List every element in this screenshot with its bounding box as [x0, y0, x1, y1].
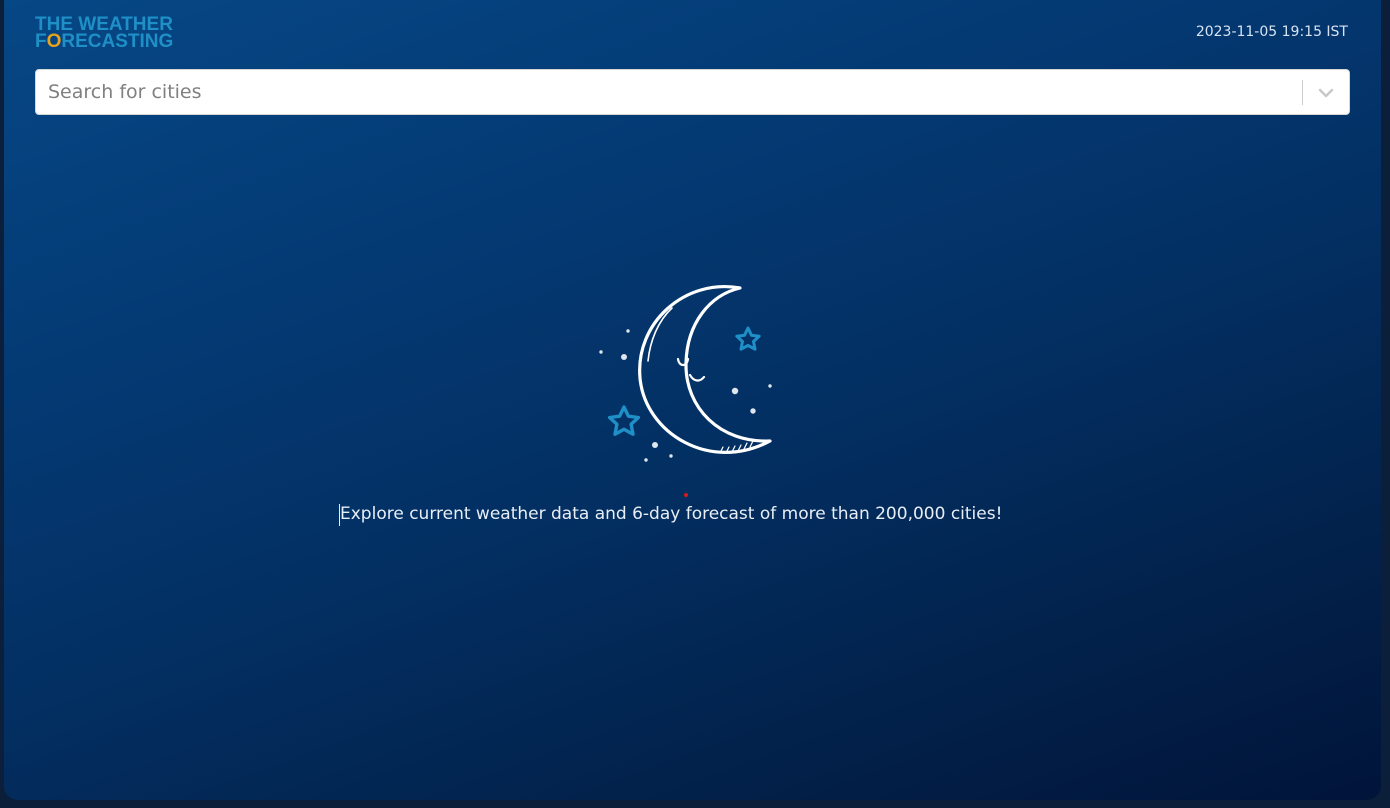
city-search-select[interactable]	[35, 69, 1350, 115]
welcome-tagline: Explore current weather data and 6-day f…	[340, 504, 1003, 524]
chevron-down-icon[interactable]	[1312, 80, 1340, 105]
app-logo[interactable]: THE WEATHER FORECASTING	[35, 15, 195, 51]
indicator-separator	[1302, 80, 1303, 105]
logo-line-2: FORECASTING	[35, 31, 174, 52]
current-datetime: 2023-11-05 19:15 IST	[1195, 24, 1348, 40]
app-container: THE WEATHER FORECASTING 2023-11-05 19:15…	[4, 0, 1381, 800]
logo-letter-o: O	[46, 31, 62, 52]
logo-letter-f: F	[35, 31, 47, 52]
moon-stars-icon	[590, 283, 780, 468]
loading-dot	[684, 493, 688, 497]
search-input[interactable]	[36, 70, 1286, 114]
logo-letters-rest: RECASTING	[61, 31, 174, 52]
